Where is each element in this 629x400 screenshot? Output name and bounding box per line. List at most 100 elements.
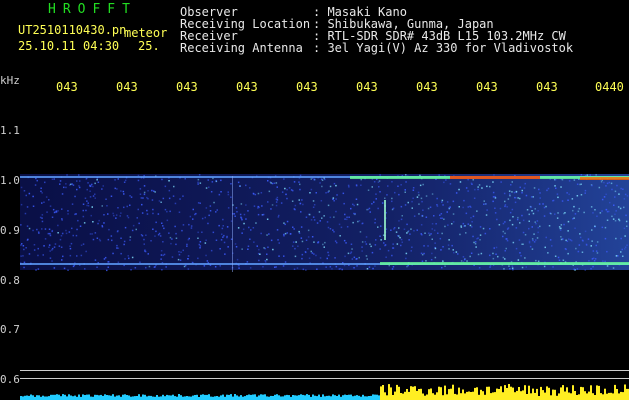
noise-speckle	[305, 269, 307, 271]
noise-speckle	[168, 197, 171, 200]
noise-speckle	[594, 225, 596, 227]
noise-speckle	[344, 213, 346, 216]
noise-speckle	[107, 213, 109, 215]
noise-speckle	[103, 258, 106, 260]
noise-speckle	[310, 188, 313, 191]
noise-speckle	[270, 182, 272, 184]
noise-speckle	[152, 228, 154, 230]
noise-speckle	[227, 246, 229, 248]
noise-speckle	[477, 188, 479, 191]
noise-speckle	[285, 193, 287, 196]
noise-speckle	[383, 242, 385, 244]
noise-speckle	[369, 211, 371, 213]
noise-speckle	[139, 188, 142, 190]
noise-speckle	[492, 181, 494, 183]
noise-speckle	[434, 256, 437, 259]
noise-speckle	[178, 253, 181, 256]
noise-speckle	[601, 210, 603, 212]
noise-speckle	[117, 261, 120, 263]
noise-speckle	[61, 193, 64, 195]
noise-speckle	[561, 200, 564, 202]
noise-speckle	[392, 266, 395, 268]
noise-speckle	[623, 227, 626, 230]
noise-speckle	[572, 209, 574, 212]
noise-speckle	[164, 208, 167, 211]
noise-speckle	[143, 193, 146, 196]
noise-speckle	[606, 210, 609, 213]
noise-speckle	[159, 235, 162, 237]
noise-speckle	[604, 237, 607, 240]
noise-speckle	[209, 210, 212, 212]
activity-bar	[204, 394, 206, 400]
activity-bar	[172, 394, 174, 400]
noise-speckle	[504, 250, 506, 252]
noise-speckle	[22, 255, 24, 257]
noise-speckle	[528, 213, 530, 216]
noise-speckle	[606, 265, 609, 267]
noise-speckle	[94, 193, 96, 195]
activity-bar	[128, 395, 130, 400]
noise-speckle	[605, 185, 607, 187]
noise-speckle	[577, 250, 580, 253]
noise-speckle	[606, 219, 609, 221]
noise-speckle	[27, 238, 29, 241]
noise-speckle	[434, 247, 437, 250]
noise-speckle	[398, 227, 400, 229]
noise-speckle	[120, 190, 122, 192]
noise-speckle	[588, 260, 590, 262]
activity-bar	[126, 395, 128, 400]
noise-speckle	[386, 194, 388, 196]
activity-bar	[134, 396, 136, 400]
noise-speckle	[431, 223, 434, 225]
noise-speckle	[28, 253, 31, 255]
noise-speckle	[91, 233, 93, 235]
noise-speckle	[28, 227, 31, 230]
activity-bar	[308, 394, 310, 400]
noise-speckle	[603, 196, 606, 198]
activity-bar	[496, 388, 498, 400]
noise-speckle	[216, 209, 218, 211]
noise-speckle	[183, 265, 186, 268]
noise-speckle	[315, 254, 317, 257]
noise-speckle	[52, 208, 55, 211]
activity-bar	[550, 395, 552, 400]
activity-bar	[564, 391, 566, 400]
noise-speckle	[596, 241, 599, 243]
noise-speckle	[213, 201, 215, 204]
activity-bar	[220, 395, 222, 400]
noise-speckle	[356, 265, 358, 267]
noise-speckle	[69, 247, 72, 250]
noise-speckle	[68, 231, 71, 233]
noise-speckle	[226, 235, 228, 238]
noise-speckle	[324, 241, 326, 244]
activity-bar	[594, 395, 596, 400]
noise-speckle	[467, 178, 469, 181]
noise-speckle	[537, 226, 539, 229]
noise-speckle	[506, 238, 508, 240]
activity-bar	[380, 386, 382, 400]
noise-speckle	[161, 269, 163, 271]
activity-bar	[160, 396, 162, 400]
noise-speckle	[411, 200, 413, 203]
noise-speckle	[61, 208, 63, 210]
noise-speckle	[438, 174, 440, 176]
noise-speckle	[261, 205, 263, 207]
noise-speckle	[535, 239, 537, 241]
noise-speckle	[526, 209, 529, 211]
activity-bar	[48, 396, 50, 400]
noise-speckle	[296, 267, 299, 269]
activity-bar	[202, 394, 204, 400]
noise-speckle	[238, 264, 240, 267]
noise-speckle	[516, 218, 519, 221]
noise-speckle	[131, 256, 134, 259]
noise-speckle	[94, 197, 96, 199]
noise-speckle	[584, 189, 587, 192]
noise-speckle	[120, 212, 122, 214]
noise-speckle	[310, 250, 312, 253]
noise-speckle	[439, 237, 442, 240]
noise-speckle	[205, 239, 207, 241]
noise-speckle	[190, 225, 193, 227]
noise-speckle	[87, 205, 90, 207]
noise-speckle	[138, 222, 140, 225]
noise-speckle	[32, 229, 34, 232]
